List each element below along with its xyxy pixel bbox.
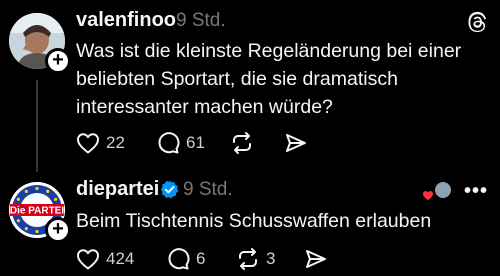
liker-avatar[interactable]	[434, 181, 452, 199]
reply-count: 61	[186, 133, 205, 152]
heart-icon	[77, 249, 99, 270]
more-dots-icon[interactable]: •••	[464, 180, 488, 203]
follow-plus-button[interactable]: +	[45, 48, 71, 74]
post-text: Beim Tischtennis Schusswaffen erlauben	[76, 210, 432, 232]
timestamp: 9 Std.	[176, 10, 226, 31]
post-text: Was ist die kleinste Regeländerung bei e…	[76, 40, 462, 118]
speech-bubble-icon	[158, 132, 180, 154]
share-button[interactable]	[284, 130, 308, 156]
like-button[interactable]: 22	[76, 130, 125, 156]
heart-icon	[77, 133, 99, 154]
threads-logo-icon[interactable]	[466, 10, 488, 34]
repost-button[interactable]	[230, 130, 254, 156]
repost-icon	[239, 248, 257, 270]
paper-plane-icon	[286, 134, 306, 152]
speech-bubble-icon	[168, 248, 190, 270]
timestamp: 9 Std.	[183, 179, 233, 200]
like-count: 424	[106, 249, 135, 268]
like-button[interactable]: 424	[76, 246, 134, 272]
username[interactable]: valenfinoo	[76, 9, 176, 32]
repost-button[interactable]: 3	[236, 246, 275, 272]
heart-badge-icon	[423, 191, 433, 201]
thread-connector-line	[36, 80, 38, 172]
thread-post: + valenfinoo 9 Std. Was ist die kleinste…	[0, 0, 500, 172]
follow-plus-button[interactable]: +	[45, 217, 71, 243]
username[interactable]: diepartei	[76, 178, 159, 201]
share-button[interactable]	[304, 246, 328, 272]
verified-badge-icon	[160, 180, 179, 199]
like-count: 22	[106, 133, 125, 152]
reply-button[interactable]: 6	[166, 246, 205, 272]
repost-count: 3	[266, 249, 276, 268]
reply-count: 6	[196, 249, 206, 268]
paper-plane-icon	[306, 250, 326, 268]
svg-text:Die PARTEI: Die PARTEI	[10, 206, 64, 217]
repost-icon	[233, 132, 251, 154]
reply-button[interactable]: 61	[156, 130, 205, 156]
